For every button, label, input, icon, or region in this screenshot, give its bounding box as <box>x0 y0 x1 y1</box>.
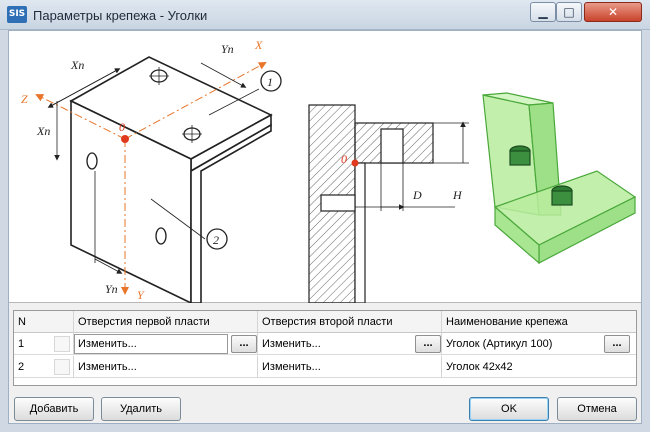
bracket-isometric <box>69 56 273 303</box>
title-bar: SIS Параметры крепежа - Уголки ▁ □ ✕ <box>0 0 650 30</box>
dim-d-label: D <box>412 188 422 202</box>
maximize-button[interactable]: □ <box>556 2 582 22</box>
fastener-illustration: Z X Y Xn Yn Xn Yn 0 1 2 0 D H <box>9 31 641 303</box>
holes-second-cell[interactable]: Изменить... <box>258 356 442 378</box>
origin-label: 0 <box>119 120 125 134</box>
header-fastener-name: Наименование крепежа <box>446 316 568 328</box>
bracket-section-view <box>308 104 469 303</box>
holes-first-cell[interactable]: Изменить... <box>74 356 258 378</box>
section-origin-marker <box>351 159 359 167</box>
dim-h-label: H <box>452 188 463 202</box>
app-logo-icon: SIS <box>7 6 27 23</box>
window-title: Параметры крепежа - Уголки <box>33 8 208 23</box>
bracket-3d-model <box>482 92 637 265</box>
fastener-table: N Отверстия первой пласти Отверстия втор… <box>13 310 637 386</box>
row-number: 1 <box>14 333 74 355</box>
dialog-body: Z X Y Xn Yn Xn Yn 0 1 2 0 D H N Отверсти… <box>8 30 642 424</box>
table-row[interactable]: 1 Изменить... ... Изменить... ... Уголок… <box>14 333 636 355</box>
dim-yn-top-label: Yn <box>221 42 234 56</box>
cancel-button[interactable]: Отмена <box>557 397 637 421</box>
axis-y-label: Y <box>137 288 145 302</box>
ok-button[interactable]: OK <box>469 397 549 421</box>
fastener-browse-button[interactable]: ... <box>604 335 630 353</box>
holes-first-field[interactable]: Изменить... <box>74 334 228 354</box>
callout-1-label: 1 <box>267 75 273 89</box>
origin-point-marker <box>121 135 129 143</box>
table-header: N Отверстия первой пласти Отверстия втор… <box>14 311 636 333</box>
header-holes-second: Отверстия второй пласти <box>258 311 442 333</box>
callout-2-label: 2 <box>213 233 219 247</box>
fastener-name-cell[interactable]: Уголок 42x42 <box>442 356 636 378</box>
row-selector[interactable] <box>54 359 70 375</box>
holes-first-browse-button[interactable]: ... <box>231 335 257 353</box>
angle-bracket-drawing: Z X Y Xn Yn Xn Yn 0 1 2 0 D H <box>21 38 637 303</box>
header-holes-first: Отверстия первой пласти <box>74 311 258 333</box>
close-button[interactable]: ✕ <box>584 2 642 22</box>
row-selector[interactable] <box>54 336 70 352</box>
table-row[interactable]: 2 Изменить... Изменить... Уголок 42x42 <box>14 356 636 378</box>
dim-xn-left-label: Xn <box>36 124 50 138</box>
minimize-button[interactable]: ▁ <box>530 2 556 22</box>
section-origin-label: 0 <box>341 152 347 166</box>
axis-z-label: Z <box>21 92 28 106</box>
header-n: N <box>14 311 74 333</box>
add-button[interactable]: Добавить <box>14 397 94 421</box>
row-number: 2 <box>14 356 74 378</box>
axis-x-label: X <box>254 38 263 52</box>
holes-second-browse-button[interactable]: ... <box>415 335 441 353</box>
delete-button[interactable]: Удалить <box>101 397 181 421</box>
dim-xn-top-label: Xn <box>70 58 84 72</box>
dim-yn-bottom-label: Yn <box>105 282 118 296</box>
